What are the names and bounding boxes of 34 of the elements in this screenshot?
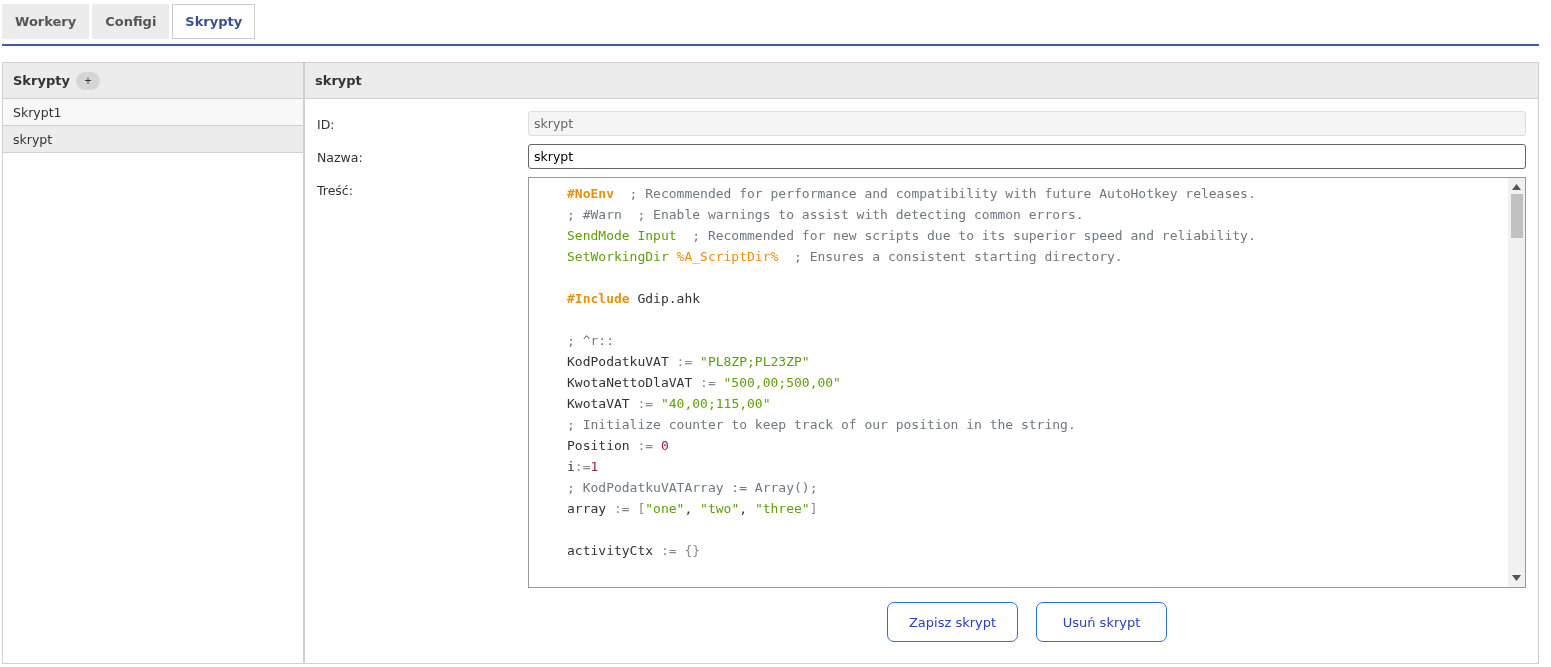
code-line: ; #Warn ; Enable warnings to assist with detecting common errors.: [567, 206, 1085, 224]
tab[interactable]: Configi: [92, 4, 170, 39]
script-item[interactable]: Skrypt1: [3, 99, 303, 126]
tab[interactable]: Skrypty: [172, 4, 256, 39]
code-line: KwotaVAT := "40,00;115,00": [567, 395, 772, 413]
code-line: #Include Gdip.ahk: [567, 290, 702, 308]
field-label: Treść:: [317, 182, 354, 200]
text-field[interactable]: skrypt: [528, 144, 1526, 169]
code-line: SetWorkingDir %A_ScriptDir% ; Ensures a consistent starting directory.: [567, 248, 1124, 266]
code-line: ; KodPodatkuVATArray := Array();: [567, 479, 819, 497]
code-line: #NoEnv ; Recommended for performance and compatibility with future AutoHotkey releases.: [567, 185, 1257, 203]
code-line: array := ["one", "two", "three"]: [567, 500, 819, 518]
add-button[interactable]: +: [75, 71, 100, 90]
code-line: Position := 0: [567, 437, 670, 455]
tab[interactable]: Workery: [2, 4, 90, 39]
scroll-down-icon[interactable]: [1512, 575, 1521, 581]
scroll-up-icon[interactable]: [1512, 184, 1521, 190]
sidebar-title: Skrypty: [13, 73, 70, 88]
code-line: SendMode Input ; Recommended for new scripts due to its superior speed and reliability.: [567, 227, 1257, 245]
code-line: activityCtx := {}: [567, 542, 702, 560]
code-line: ; Initialize counter to keep track of our position in the string.: [567, 416, 1077, 434]
delete-button[interactable]: Usuń skrypt: [1036, 602, 1167, 642]
save-button[interactable]: Zapisz skrypt: [887, 602, 1018, 642]
script-item[interactable]: skrypt: [3, 126, 303, 153]
code-editor[interactable]: [528, 177, 1526, 588]
scrollbar[interactable]: [1508, 178, 1525, 587]
field-label: Nazwa:: [317, 149, 364, 167]
code-line: KwotaNettoDlaVAT := "500,00;500,00": [567, 374, 842, 392]
scrollbar-thumb[interactable]: [1510, 194, 1523, 238]
code-line: i:=1: [567, 458, 600, 476]
editor-title: skrypt: [315, 73, 362, 88]
code-line: KodPodatkuVAT := "PL8ZP;PL23ZP": [567, 353, 811, 371]
code-line: ; ^r::: [567, 332, 615, 350]
field-label: ID:: [317, 116, 336, 134]
